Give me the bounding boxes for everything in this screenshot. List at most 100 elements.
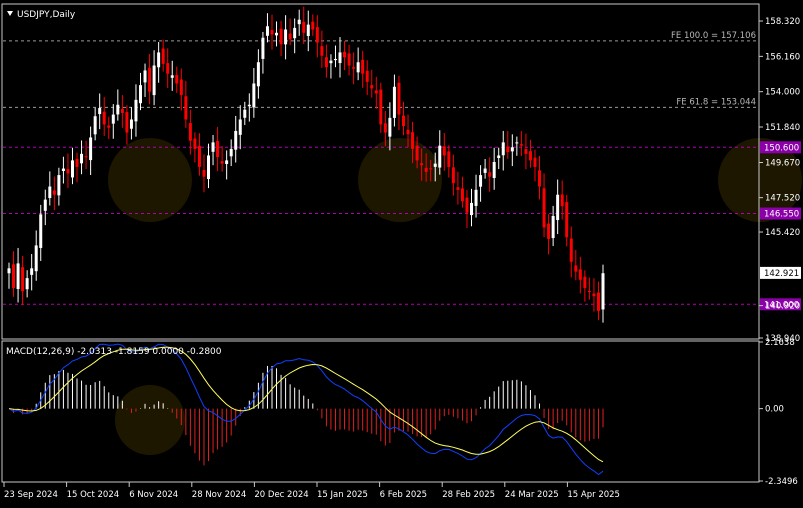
candle-body <box>347 53 351 66</box>
price-tick: 147.520 <box>765 194 800 204</box>
candle-body <box>333 58 337 61</box>
candle-body <box>161 48 165 64</box>
current-price-label: 142.921 <box>764 269 799 279</box>
candle-body <box>338 52 342 64</box>
symbol-title: USDJPY,Daily <box>17 10 76 20</box>
candle-body <box>524 149 528 154</box>
candle-body <box>288 33 292 40</box>
candle-body <box>34 245 38 272</box>
candle-body <box>157 52 161 68</box>
price-tick: 140.920 <box>765 302 800 312</box>
date-tick: 6 Nov 2024 <box>129 490 178 500</box>
candle-body <box>438 145 442 168</box>
candle-body <box>256 62 260 87</box>
candle-body <box>152 65 156 96</box>
candle-body <box>465 197 469 213</box>
price-tick: 158.320 <box>765 17 800 27</box>
candle-body <box>401 115 405 127</box>
level-badge-label: 146.550 <box>764 210 799 220</box>
candle-body <box>270 30 274 35</box>
candle-body <box>129 119 133 129</box>
candle-body <box>528 151 532 161</box>
candle-body <box>61 168 65 172</box>
candle-body <box>306 24 310 37</box>
candle-body <box>16 263 20 289</box>
candle-body <box>12 264 16 288</box>
candle-body <box>429 168 433 170</box>
date-tick: 24 Mar 2025 <box>505 490 559 500</box>
candle-body <box>456 187 460 190</box>
candle-body <box>424 167 428 172</box>
candle-body <box>397 82 401 115</box>
candle-body <box>265 26 269 36</box>
macd-indicator <box>8 343 604 476</box>
date-axis: 23 Sep 2024 15 Oct 2024 6 Nov 2024 28 Nov 2… <box>3 482 620 500</box>
price-axis: 158.320 156.160 154.000 151.840 149.670 147.5… <box>759 17 801 487</box>
candle-body <box>89 137 93 161</box>
date-tick: 6 Feb 2025 <box>380 490 428 500</box>
macd-tick: 2.1638 <box>765 338 795 348</box>
date-tick: 20 Dec 2024 <box>254 490 308 500</box>
candle-body <box>247 104 251 107</box>
candle-body <box>356 62 360 73</box>
candle-body <box>175 75 179 84</box>
candle-body <box>311 21 315 30</box>
candle-body <box>134 99 138 122</box>
candle-body <box>57 175 61 196</box>
candle-body <box>243 109 247 118</box>
candle-body <box>52 190 56 195</box>
candle-body <box>138 85 142 104</box>
candle-body <box>188 123 192 141</box>
candle-body <box>460 188 464 202</box>
candle-body <box>501 142 505 156</box>
price-tick: 149.670 <box>765 159 800 169</box>
candle-body <box>320 46 324 56</box>
candle-body <box>470 202 474 216</box>
date-tick: 23 Sep 2024 <box>4 490 58 500</box>
date-tick: 28 Nov 2024 <box>192 490 246 500</box>
candle-body <box>80 153 84 164</box>
watermark-logo <box>108 138 802 455</box>
candle-body <box>66 169 70 174</box>
candle-body <box>225 160 229 164</box>
candle-body <box>302 21 306 33</box>
candle-body <box>238 119 242 135</box>
menu-triangle-icon[interactable] <box>7 11 13 16</box>
candle-body <box>315 27 319 43</box>
candle-body <box>107 125 111 128</box>
candle-body <box>596 292 600 311</box>
candle-body <box>111 114 115 124</box>
candle-body <box>297 19 301 25</box>
candle-body <box>43 199 47 211</box>
macd-tick: -2.3496 <box>765 477 798 487</box>
candle-body <box>279 28 283 45</box>
level-badge-label: 150.600 <box>764 143 799 153</box>
candle-body <box>433 163 437 167</box>
chart-canvas[interactable]: 150.600146.550141.000FE 100.0 = 157.106F… <box>0 0 803 504</box>
candle-body <box>48 186 52 199</box>
candle-body <box>488 172 492 177</box>
candle-body <box>166 63 170 74</box>
candle-body <box>474 189 478 206</box>
candle-body <box>587 290 591 292</box>
candle-body <box>451 167 455 184</box>
candle-body <box>234 130 238 150</box>
candle-body <box>170 75 174 78</box>
candle-body <box>25 278 29 290</box>
candle-body <box>601 273 605 310</box>
candle-body <box>533 157 537 167</box>
candle-body <box>293 27 297 39</box>
candle-body <box>179 79 183 95</box>
candle-body <box>275 32 279 36</box>
candle-body <box>406 129 410 135</box>
date-tick: 28 Feb 2025 <box>442 490 495 500</box>
candle-body <box>447 151 451 167</box>
candle-body <box>252 83 256 108</box>
candle-body <box>442 146 446 156</box>
candle-body <box>497 155 501 158</box>
macd-tick: 0.00 <box>765 405 784 415</box>
price-tick: 156.160 <box>765 52 800 62</box>
candle-body <box>556 194 560 221</box>
price-tick: 154.000 <box>765 88 800 98</box>
candle-body <box>70 160 74 178</box>
